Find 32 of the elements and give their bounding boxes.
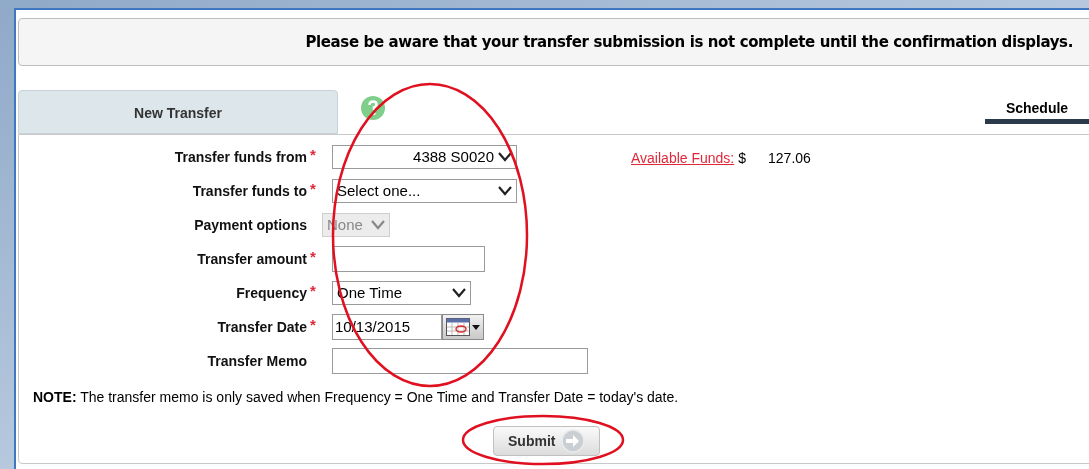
memo-note: NOTE: The transfer memo is only saved when Frequency = One Time and Transfer Date = today's date.: [33, 388, 679, 407]
required-mark: *: [309, 316, 317, 332]
notice-banner: Please be aware that your transfer submission is not complete until the confirmation displays.: [18, 18, 1089, 66]
caret-icon: [472, 324, 480, 330]
available-funds-amount: 127.06: [768, 149, 811, 168]
submit-button[interactable]: Submit: [493, 426, 601, 456]
required-mark: *: [309, 248, 317, 264]
dropdown[interactable]: 4388 S0020: [332, 145, 517, 169]
field-label: Transfer Date: [217, 317, 307, 337]
available-funds-link[interactable]: Available Funds:: [631, 148, 735, 169]
field-label: Transfer Memo: [207, 351, 307, 371]
calendar-icon: [446, 318, 470, 336]
chevron-icon: [498, 152, 512, 162]
field-label: Frequency: [236, 283, 307, 303]
chevron-icon: [452, 288, 466, 298]
required-mark: *: [309, 180, 317, 196]
field-label: Transfer funds to: [192, 181, 307, 201]
input-field[interactable]: [332, 246, 485, 272]
tab[interactable]: New Transfer: [18, 90, 338, 134]
input-field[interactable]: [332, 348, 588, 374]
field-label: Transfer amount: [197, 249, 307, 269]
help-icon[interactable]: [361, 96, 385, 120]
field-label: Payment options: [194, 215, 307, 235]
tab[interactable]: Schedule: [985, 92, 1089, 124]
calendar-button[interactable]: [442, 314, 484, 340]
chevron-icon: [498, 186, 512, 196]
field-label: Transfer funds from: [174, 147, 307, 167]
currency-symbol: $: [738, 149, 747, 168]
chevron-icon: [371, 220, 385, 230]
required-mark: *: [309, 282, 317, 298]
required-mark: *: [309, 146, 317, 162]
dropdown[interactable]: Select one...: [332, 179, 517, 203]
